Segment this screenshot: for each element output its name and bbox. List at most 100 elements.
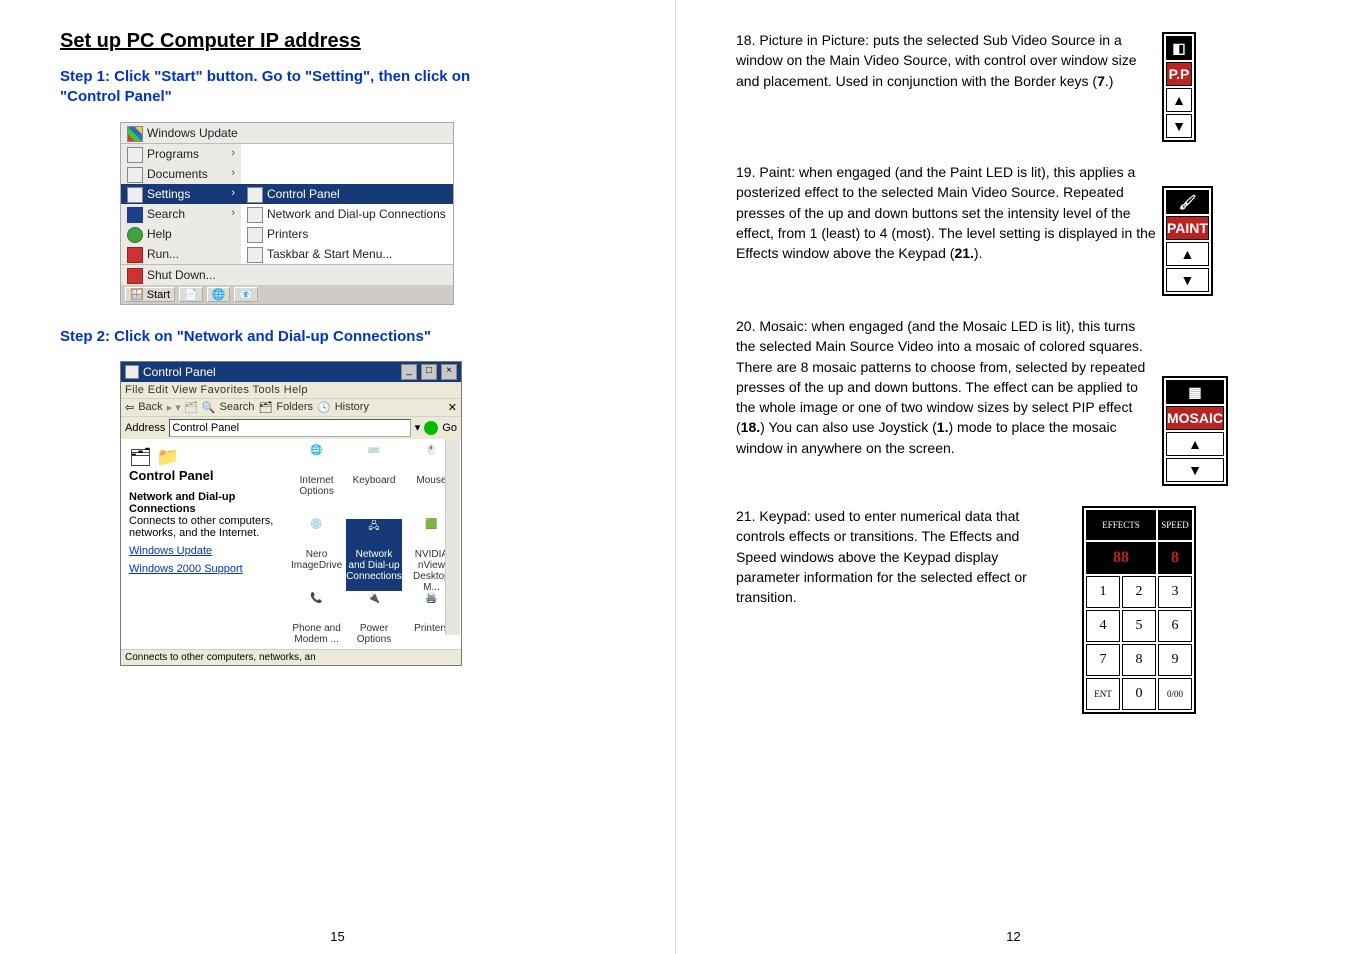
startmenu-search-label: Search <box>147 207 185 221</box>
taskbar-icon-2: 🌐 <box>207 287 231 302</box>
right-page-number: 12 <box>676 929 1351 944</box>
cp-icon-network-label: Network and Dial-up Connections <box>346 549 402 582</box>
cp-icon-mouse-label: Mouse <box>416 475 446 486</box>
startmenu-search: Search <box>121 204 241 224</box>
taskbar-icon-3: 📧 <box>234 287 258 302</box>
cp-side-panel: 🗂 📁 Control Panel Network and Dial-up Co… <box>121 439 287 649</box>
cp-icon-internet-options: 🌐Internet Options <box>291 445 342 517</box>
history-icon: 🕓 <box>317 401 331 414</box>
figure-start-menu: Windows Update Programs Documents Settin… <box>120 122 454 305</box>
cp-menubar: File Edit View Favorites Tools Help <box>121 382 461 398</box>
cp-link-winupdate: Windows Update <box>129 545 279 557</box>
pip-label: P.P <box>1166 62 1192 86</box>
close-icon: × <box>441 364 457 380</box>
pip-widget: ◧ P.P ▲ ▼ <box>1162 32 1196 142</box>
startmenu-run-label: Run... <box>147 247 179 261</box>
item-18-num: 18. <box>736 32 755 48</box>
key-doublezero: 0/00 <box>1158 678 1192 710</box>
cp-icon-keyboard-label: Keyboard <box>353 475 396 486</box>
search-label: Search <box>220 401 255 413</box>
keypad-widget: EFFECTSSPEED 888 123 456 789 ENT00/00 <box>1082 506 1196 714</box>
key-8: 8 <box>1122 644 1156 676</box>
item-18-ref: 7 <box>1097 73 1105 89</box>
startmenu-sub-taskbar: Taskbar & Start Menu... <box>241 244 453 264</box>
startmenu-sub-printers-label: Printers <box>267 227 308 241</box>
cp-icon-printers-label: Printers <box>414 623 448 634</box>
item-19-text: Paint: when engaged (and the Paint LED i… <box>736 164 1156 261</box>
back-label: Back <box>138 401 162 413</box>
cp-titlebar: Control Panel _ □ × <box>121 362 461 382</box>
paint-up-icon: ▲ <box>1166 242 1209 266</box>
left-page-title: Set up PC Computer IP address <box>60 30 645 53</box>
key-9: 9 <box>1158 644 1192 676</box>
startmenu-documents: Documents <box>121 164 241 184</box>
key-ent: ENT <box>1086 678 1120 710</box>
startmenu-sub-controlpanel: Control Panel <box>241 184 453 204</box>
cp-window-title: Control Panel <box>143 365 216 379</box>
startmenu-sub-printers: Printers <box>241 224 453 244</box>
cp-icon-grid: 🌐Internet Options ⌨️Keyboard 🖱️Mouse 💿Ne… <box>287 439 461 649</box>
item-21-text: Keypad: used to enter numerical data tha… <box>736 508 1027 605</box>
max-icon: □ <box>421 364 437 380</box>
keypad-speed-label: SPEED <box>1158 510 1192 540</box>
cp-icon-phone-modem: 📞Phone and Modem ... <box>291 593 342 665</box>
item-20-num: 20. <box>736 318 755 334</box>
item-19-tail: ). <box>974 245 983 261</box>
startmenu-sub-network-label: Network and Dial-up Connections <box>267 207 446 221</box>
item-20-ref1: 18. <box>741 419 760 435</box>
paint-label: PAINT <box>1166 216 1209 240</box>
startmenu-shutdown-label: Shut Down... <box>147 268 216 282</box>
cp-toolbar: ⇦Back ▸ ▾ 🗂 🔍Search 🗂Folders 🕓History ✕ <box>121 398 461 417</box>
startmenu-programs-label: Programs <box>147 147 199 161</box>
go-label: Go <box>442 422 457 434</box>
pip-icon: ◧ <box>1166 36 1192 60</box>
min-icon: _ <box>401 364 417 380</box>
step2-heading: Step 2: Click on "Network and Dial-up Co… <box>60 327 500 347</box>
key-7: 7 <box>1086 644 1120 676</box>
key-3: 3 <box>1158 576 1192 608</box>
item-19-ref: 21. <box>954 245 973 261</box>
item-18-tail: .) <box>1105 73 1114 89</box>
cp-icon-power: 🔌Power Options <box>346 593 402 665</box>
document-spread: Set up PC Computer IP address Step 1: Cl… <box>0 0 1351 954</box>
key-0: 0 <box>1122 678 1156 710</box>
pip-down-icon: ▼ <box>1166 114 1192 138</box>
startmenu-run: Run... <box>121 244 241 264</box>
startmenu-shutdown: Shut Down... <box>121 265 453 285</box>
cp-icon-power-label: Power Options <box>357 623 391 645</box>
startmenu-settings: Settings <box>121 184 241 204</box>
item-19-num: 19. <box>736 164 755 180</box>
cp-app-icon <box>125 365 139 379</box>
startmenu-sub-network: Network and Dial-up Connections <box>241 204 453 224</box>
keypad-display-effects: 88 <box>1086 542 1156 574</box>
cp-side-desc: Connects to other computers, networks, a… <box>129 515 273 539</box>
pip-up-icon: ▲ <box>1166 88 1192 112</box>
keypad-effects-label: EFFECTS <box>1086 510 1156 540</box>
mosaic-down-icon: ▼ <box>1166 458 1224 482</box>
startmenu-documents-label: Documents <box>147 167 208 181</box>
cp-icon-nero-label: Nero ImageDrive <box>291 549 342 571</box>
startmenu-sub-controlpanel-label: Control Panel <box>267 187 340 201</box>
search-icon: 🔍 <box>202 401 216 414</box>
paint-down-icon: ▼ <box>1166 268 1209 292</box>
paint-icon: 🖌 <box>1166 190 1209 214</box>
taskbar-icon-1: 📄 <box>179 287 203 302</box>
startmenu-programs: Programs <box>121 144 241 164</box>
item-18: 18. Picture in Picture: puts the selecte… <box>736 30 1321 142</box>
startmenu-windows-update-label: Windows Update <box>147 126 238 140</box>
left-page-number: 15 <box>0 929 675 944</box>
startmenu-settings-label: Settings <box>147 187 190 201</box>
go-icon <box>424 421 438 435</box>
item-20-text1: Mosaic: when engaged (and the Mosaic LED… <box>736 318 1145 435</box>
mosaic-widget: ▦ MOSAIC ▲ ▼ <box>1162 376 1228 486</box>
keypad-display-speed: 8 <box>1158 542 1192 574</box>
right-page: 18. Picture in Picture: puts the selecte… <box>676 0 1351 954</box>
key-1: 1 <box>1086 576 1120 608</box>
key-5: 5 <box>1122 610 1156 642</box>
folders-icon: 🗂 <box>258 401 272 414</box>
cp-scrollbar <box>445 439 460 635</box>
cp-addressbar: Address ▾ Go <box>121 417 461 439</box>
mosaic-label: MOSAIC <box>1166 406 1224 430</box>
key-6: 6 <box>1158 610 1192 642</box>
address-label: Address <box>125 422 165 434</box>
